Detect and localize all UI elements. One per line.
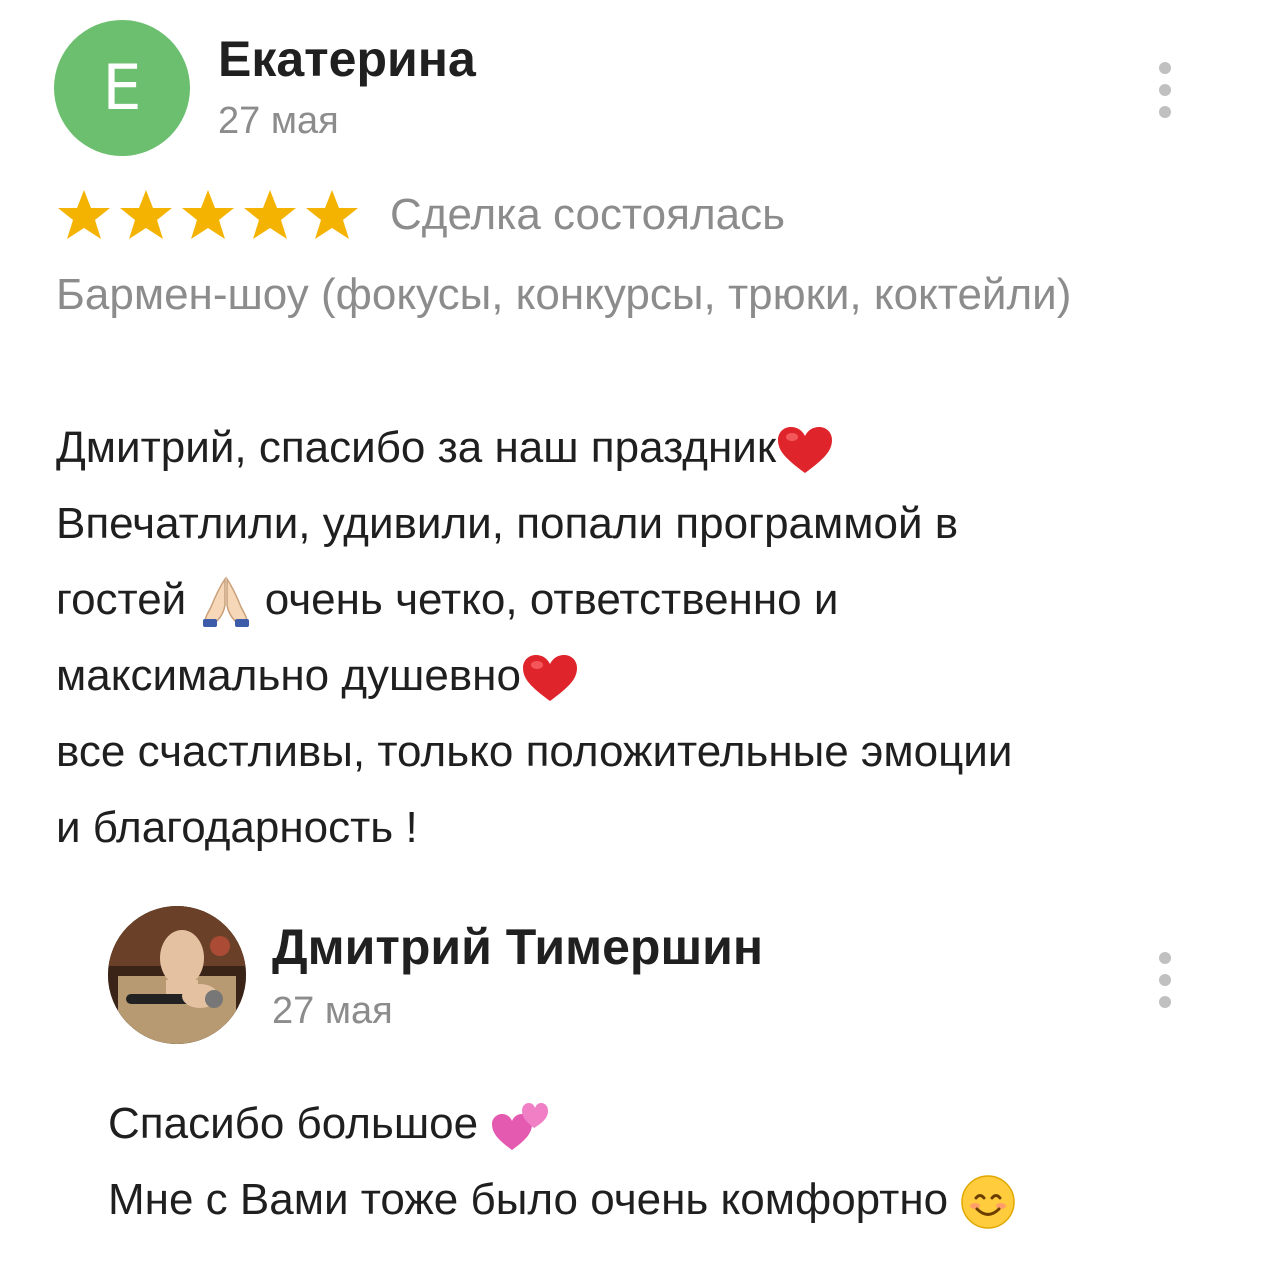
review-line: и благодарность ! xyxy=(56,803,418,852)
deal-status: Сделка состоялась xyxy=(390,190,786,239)
review-line: все счастливы, только положительные эмоц… xyxy=(56,727,1013,776)
review-date: 27 мая xyxy=(218,100,339,142)
star-icon xyxy=(244,190,296,239)
reply-author-avatar[interactable] xyxy=(108,906,246,1044)
reply-author-name[interactable]: Дмитрий Тимершин xyxy=(272,918,763,976)
reply-text: Спасибо большое Мне с Вами тоже было оче… xyxy=(108,1086,1228,1238)
avatar-photo xyxy=(108,906,246,1044)
folded-hands-icon xyxy=(202,576,249,628)
service-name: Бармен-шоу (фокусы, конкурсы, трюки, кок… xyxy=(56,270,1072,319)
star-icon xyxy=(120,190,172,239)
smiling-face-icon xyxy=(961,1175,1016,1230)
review-line: гостей очень четко, ответственно и xyxy=(56,562,1236,638)
star-icon xyxy=(58,190,110,239)
review-line: Дмитрий, спасибо за наш праздник xyxy=(56,410,1236,486)
review-line: Впечатлили, удивили, попали программой в xyxy=(56,499,959,548)
star-icon xyxy=(182,190,234,239)
star-rating xyxy=(56,188,360,242)
reply-line: Спасибо большое xyxy=(108,1086,1228,1162)
reply-date: 27 мая xyxy=(272,990,393,1032)
reply-line: Мне с Вами тоже было очень комфортно xyxy=(108,1162,1228,1238)
review-line: максимально душевно xyxy=(56,638,1236,714)
review-text: Дмитрий, спасибо за наш праздник Впечатл… xyxy=(56,410,1236,866)
author-avatar[interactable]: Е xyxy=(54,20,190,156)
star-icon xyxy=(306,190,358,239)
rating-row: Сделка состоялась xyxy=(56,188,785,242)
red-heart-icon xyxy=(522,655,577,702)
author-name[interactable]: Екатерина xyxy=(218,30,476,88)
more-vertical-icon[interactable] xyxy=(1155,62,1175,118)
red-heart-icon xyxy=(778,427,833,474)
two-hearts-icon xyxy=(492,1103,549,1151)
more-vertical-icon[interactable] xyxy=(1155,952,1175,1008)
author-initial: Е xyxy=(102,51,142,124)
